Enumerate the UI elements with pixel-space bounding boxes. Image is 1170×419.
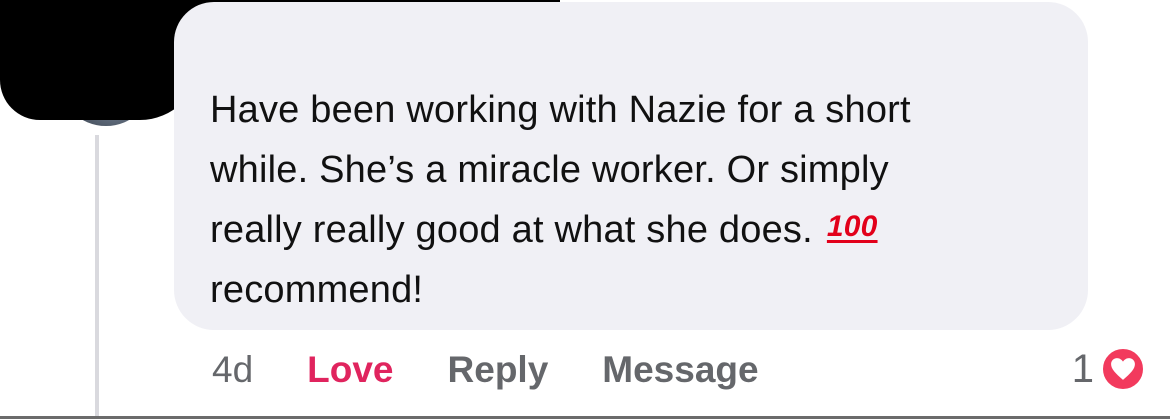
heart-icon [1100, 346, 1146, 392]
comment-age: 4d [212, 349, 254, 390]
comment-line: really really good at what she does. [210, 209, 813, 251]
comment-line: while. She’s a miracle worker. Or simply [210, 149, 889, 191]
comment-line: recommend! [210, 269, 424, 311]
comment-actions: 4d Love Reply Message [212, 348, 813, 392]
thread-line [95, 135, 99, 419]
comment-text: Have been working with Nazie for a short… [210, 80, 1070, 320]
reply-button[interactable]: Reply [448, 349, 549, 391]
hundred-points-icon: 100 [826, 210, 878, 243]
reaction-summary[interactable]: 1 [1072, 346, 1146, 392]
love-button[interactable]: Love [307, 349, 393, 391]
comment-screen: Have been working with Nazie for a short… [0, 0, 1170, 419]
reaction-count: 1 [1071, 346, 1094, 391]
message-button[interactable]: Message [602, 349, 758, 391]
comment-line: Have been working with Nazie for a short [210, 89, 911, 131]
